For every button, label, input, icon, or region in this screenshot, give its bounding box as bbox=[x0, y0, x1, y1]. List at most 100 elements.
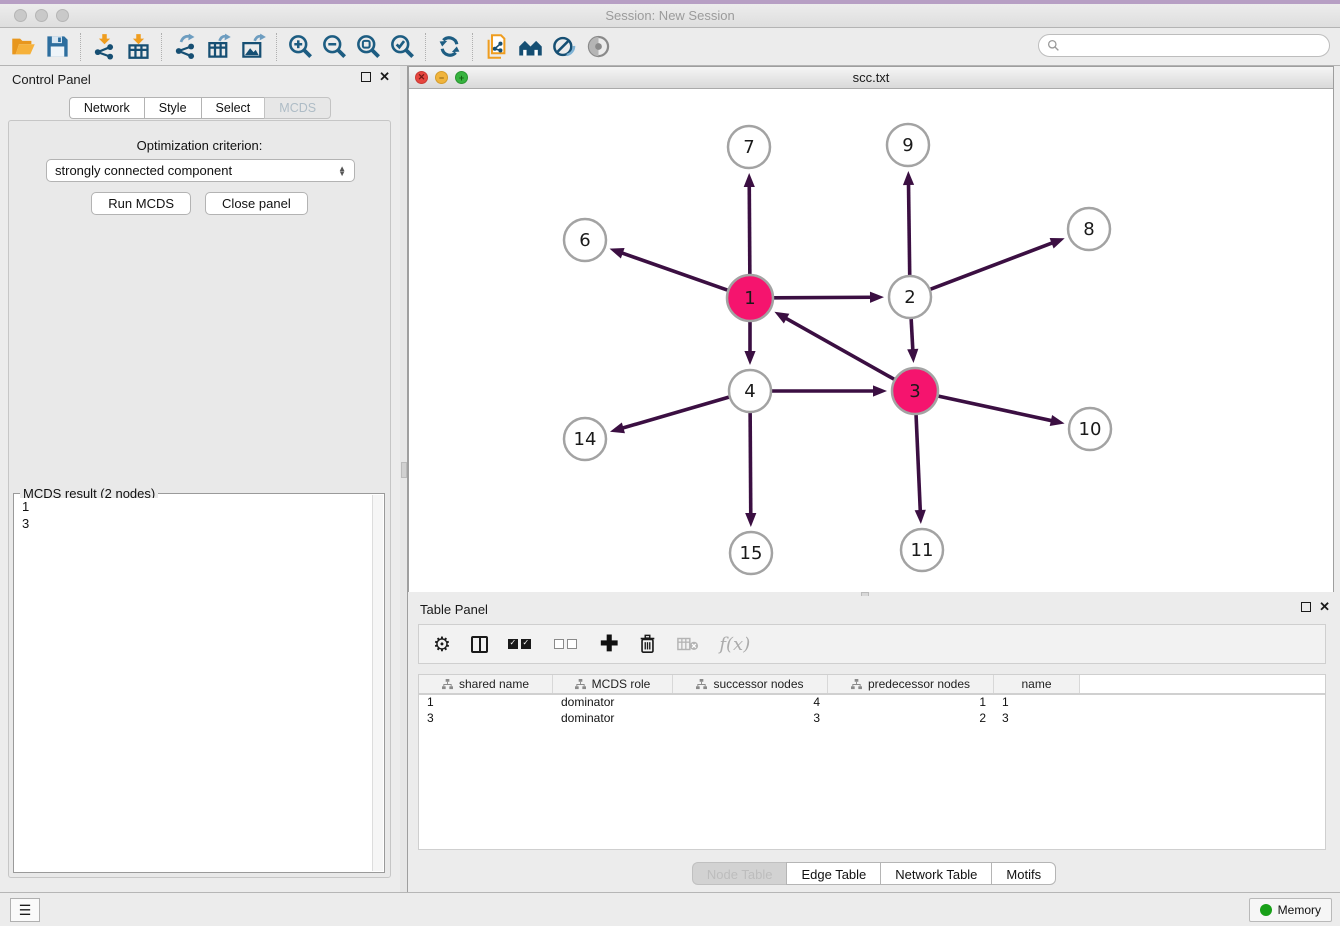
task-history-button[interactable]: ☰ bbox=[10, 898, 40, 922]
mcds-result-box: MCDS result (2 nodes) 1 3 bbox=[13, 493, 385, 873]
graph-edge-4-15[interactable] bbox=[750, 413, 751, 515]
open-session-icon bbox=[10, 33, 37, 60]
import-table-icon bbox=[125, 33, 152, 60]
column-header-predecessor-nodes[interactable]: predecessor nodes bbox=[828, 675, 994, 693]
run-mcds-button[interactable]: Run MCDS bbox=[91, 192, 191, 215]
float-panel-icon[interactable] bbox=[361, 72, 371, 82]
zoom-fit-icon bbox=[355, 33, 382, 60]
export-table-button[interactable] bbox=[202, 31, 236, 63]
graph-edge-3-11[interactable] bbox=[916, 415, 920, 512]
duplicate-network-button[interactable] bbox=[479, 31, 513, 63]
show-graphics-button[interactable] bbox=[581, 31, 615, 63]
graph-edge-arrowhead bbox=[610, 422, 625, 433]
mcds-result-scrollbar[interactable] bbox=[372, 495, 383, 871]
graph-edge-3-1[interactable] bbox=[785, 318, 894, 380]
column-header-MCDS-role[interactable]: MCDS role bbox=[553, 675, 673, 693]
home-button[interactable] bbox=[513, 31, 547, 63]
tab-style[interactable]: Style bbox=[144, 97, 201, 119]
export-image-button[interactable] bbox=[236, 31, 270, 63]
cell-shared-name[interactable]: 3 bbox=[419, 711, 553, 727]
import-table-button[interactable] bbox=[121, 31, 155, 63]
cell-MCDS-role[interactable]: dominator bbox=[553, 695, 673, 711]
table-row[interactable]: 1dominator411 bbox=[419, 695, 1325, 711]
export-network-button[interactable] bbox=[168, 31, 202, 63]
zoom-in-button[interactable] bbox=[283, 31, 317, 63]
network-canvas-svg: 7968124314101511 bbox=[409, 89, 1333, 592]
add-row-button[interactable]: ✚ bbox=[600, 634, 618, 654]
cell-shared-name[interactable]: 1 bbox=[419, 695, 553, 711]
hide-details-button[interactable] bbox=[547, 31, 581, 63]
tab-mcds[interactable]: MCDS bbox=[264, 97, 331, 119]
table-row[interactable]: 3dominator323 bbox=[419, 711, 1325, 727]
graph-edge-2-9[interactable] bbox=[909, 183, 910, 275]
graph-edge-1-6[interactable] bbox=[621, 253, 728, 290]
delete-table-icon bbox=[677, 636, 699, 652]
splitter-handle-icon[interactable] bbox=[401, 462, 407, 478]
graph-node-label-7: 7 bbox=[743, 137, 754, 158]
zoom-selected-button[interactable] bbox=[385, 31, 419, 63]
cell-MCDS-role[interactable]: dominator bbox=[553, 711, 673, 727]
refresh-button[interactable] bbox=[432, 31, 466, 63]
tab-node-table[interactable]: Node Table bbox=[692, 862, 787, 885]
network-canvas[interactable]: 7968124314101511 bbox=[409, 89, 1333, 592]
tab-network-table[interactable]: Network Table bbox=[880, 862, 991, 885]
save-session-button[interactable] bbox=[40, 31, 74, 63]
close-panel-icon[interactable]: ✕ bbox=[379, 72, 390, 82]
graph-edge-3-10[interactable] bbox=[938, 396, 1052, 421]
open-session-button[interactable] bbox=[6, 31, 40, 63]
graph-edge-arrowhead bbox=[915, 510, 926, 524]
close-panel-icon[interactable]: ✕ bbox=[1319, 602, 1330, 612]
cell-successor-nodes[interactable]: 3 bbox=[673, 711, 828, 727]
tab-select[interactable]: Select bbox=[201, 97, 265, 119]
cell-successor-nodes[interactable]: 4 bbox=[673, 695, 828, 711]
mcds-result-text[interactable]: 1 3 bbox=[16, 498, 372, 870]
delete-table-button[interactable] bbox=[677, 636, 699, 652]
tab-network[interactable]: Network bbox=[69, 97, 144, 119]
mcds-panel: Optimization criterion: strongly connect… bbox=[8, 120, 391, 878]
tab-motifs[interactable]: Motifs bbox=[991, 862, 1056, 885]
cell-predecessor-nodes[interactable]: 2 bbox=[828, 711, 994, 727]
cell-predecessor-nodes[interactable]: 1 bbox=[828, 695, 994, 711]
column-browser-icon bbox=[471, 636, 488, 653]
control-panel-header: Control Panel ✕ bbox=[0, 66, 400, 92]
hide-details-icon bbox=[551, 33, 578, 60]
list-icon: ☰ bbox=[19, 902, 32, 919]
graph-edge-1-2[interactable] bbox=[774, 297, 872, 298]
graph-edge-1-7[interactable] bbox=[749, 185, 750, 274]
graph-node-label-11: 11 bbox=[911, 540, 934, 561]
zoom-out-button[interactable] bbox=[317, 31, 351, 63]
graph-node-label-8: 8 bbox=[1083, 219, 1094, 240]
select-all-button[interactable] bbox=[508, 639, 534, 649]
home-icon bbox=[517, 33, 544, 60]
zoom-fit-button[interactable] bbox=[351, 31, 385, 63]
table-settings-button[interactable]: ⚙ bbox=[433, 632, 451, 657]
graph-edge-arrowhead bbox=[610, 248, 625, 259]
panel-splitter[interactable] bbox=[400, 66, 408, 892]
cell-name[interactable]: 3 bbox=[994, 711, 1080, 727]
node-table-body: 1dominator4113dominator323 bbox=[419, 695, 1325, 727]
criterion-select[interactable]: strongly connected component ▲▼ bbox=[46, 159, 355, 182]
main-toolbar bbox=[0, 28, 1340, 66]
deselect-all-button[interactable] bbox=[554, 639, 580, 649]
column-header-name[interactable]: name bbox=[994, 675, 1080, 693]
delete-button[interactable] bbox=[638, 634, 657, 654]
graph-node-label-14: 14 bbox=[574, 429, 597, 450]
column-header-shared-name[interactable]: shared name bbox=[419, 675, 553, 693]
cell-name[interactable]: 1 bbox=[994, 695, 1080, 711]
add-icon: ✚ bbox=[600, 634, 618, 654]
graph-edge-2-8[interactable] bbox=[931, 242, 1054, 289]
tab-edge-table[interactable]: Edge Table bbox=[786, 862, 880, 885]
graph-edge-4-14[interactable] bbox=[621, 397, 728, 428]
table-tab-bar: Node TableEdge TableNetwork TableMotifs bbox=[408, 862, 1340, 885]
close-panel-button[interactable]: Close panel bbox=[205, 192, 308, 215]
float-panel-icon[interactable] bbox=[1301, 602, 1311, 612]
search-input[interactable] bbox=[1064, 39, 1321, 53]
function-builder-button[interactable]: f(x) bbox=[719, 634, 750, 655]
column-browser-button[interactable] bbox=[471, 636, 488, 653]
column-header-successor-nodes[interactable]: successor nodes bbox=[673, 675, 828, 693]
memory-button[interactable]: Memory bbox=[1249, 898, 1332, 922]
graph-edge-arrowhead bbox=[870, 292, 884, 303]
import-network-button[interactable] bbox=[87, 31, 121, 63]
eye-icon bbox=[585, 33, 612, 60]
graph-edge-2-3[interactable] bbox=[911, 319, 913, 351]
